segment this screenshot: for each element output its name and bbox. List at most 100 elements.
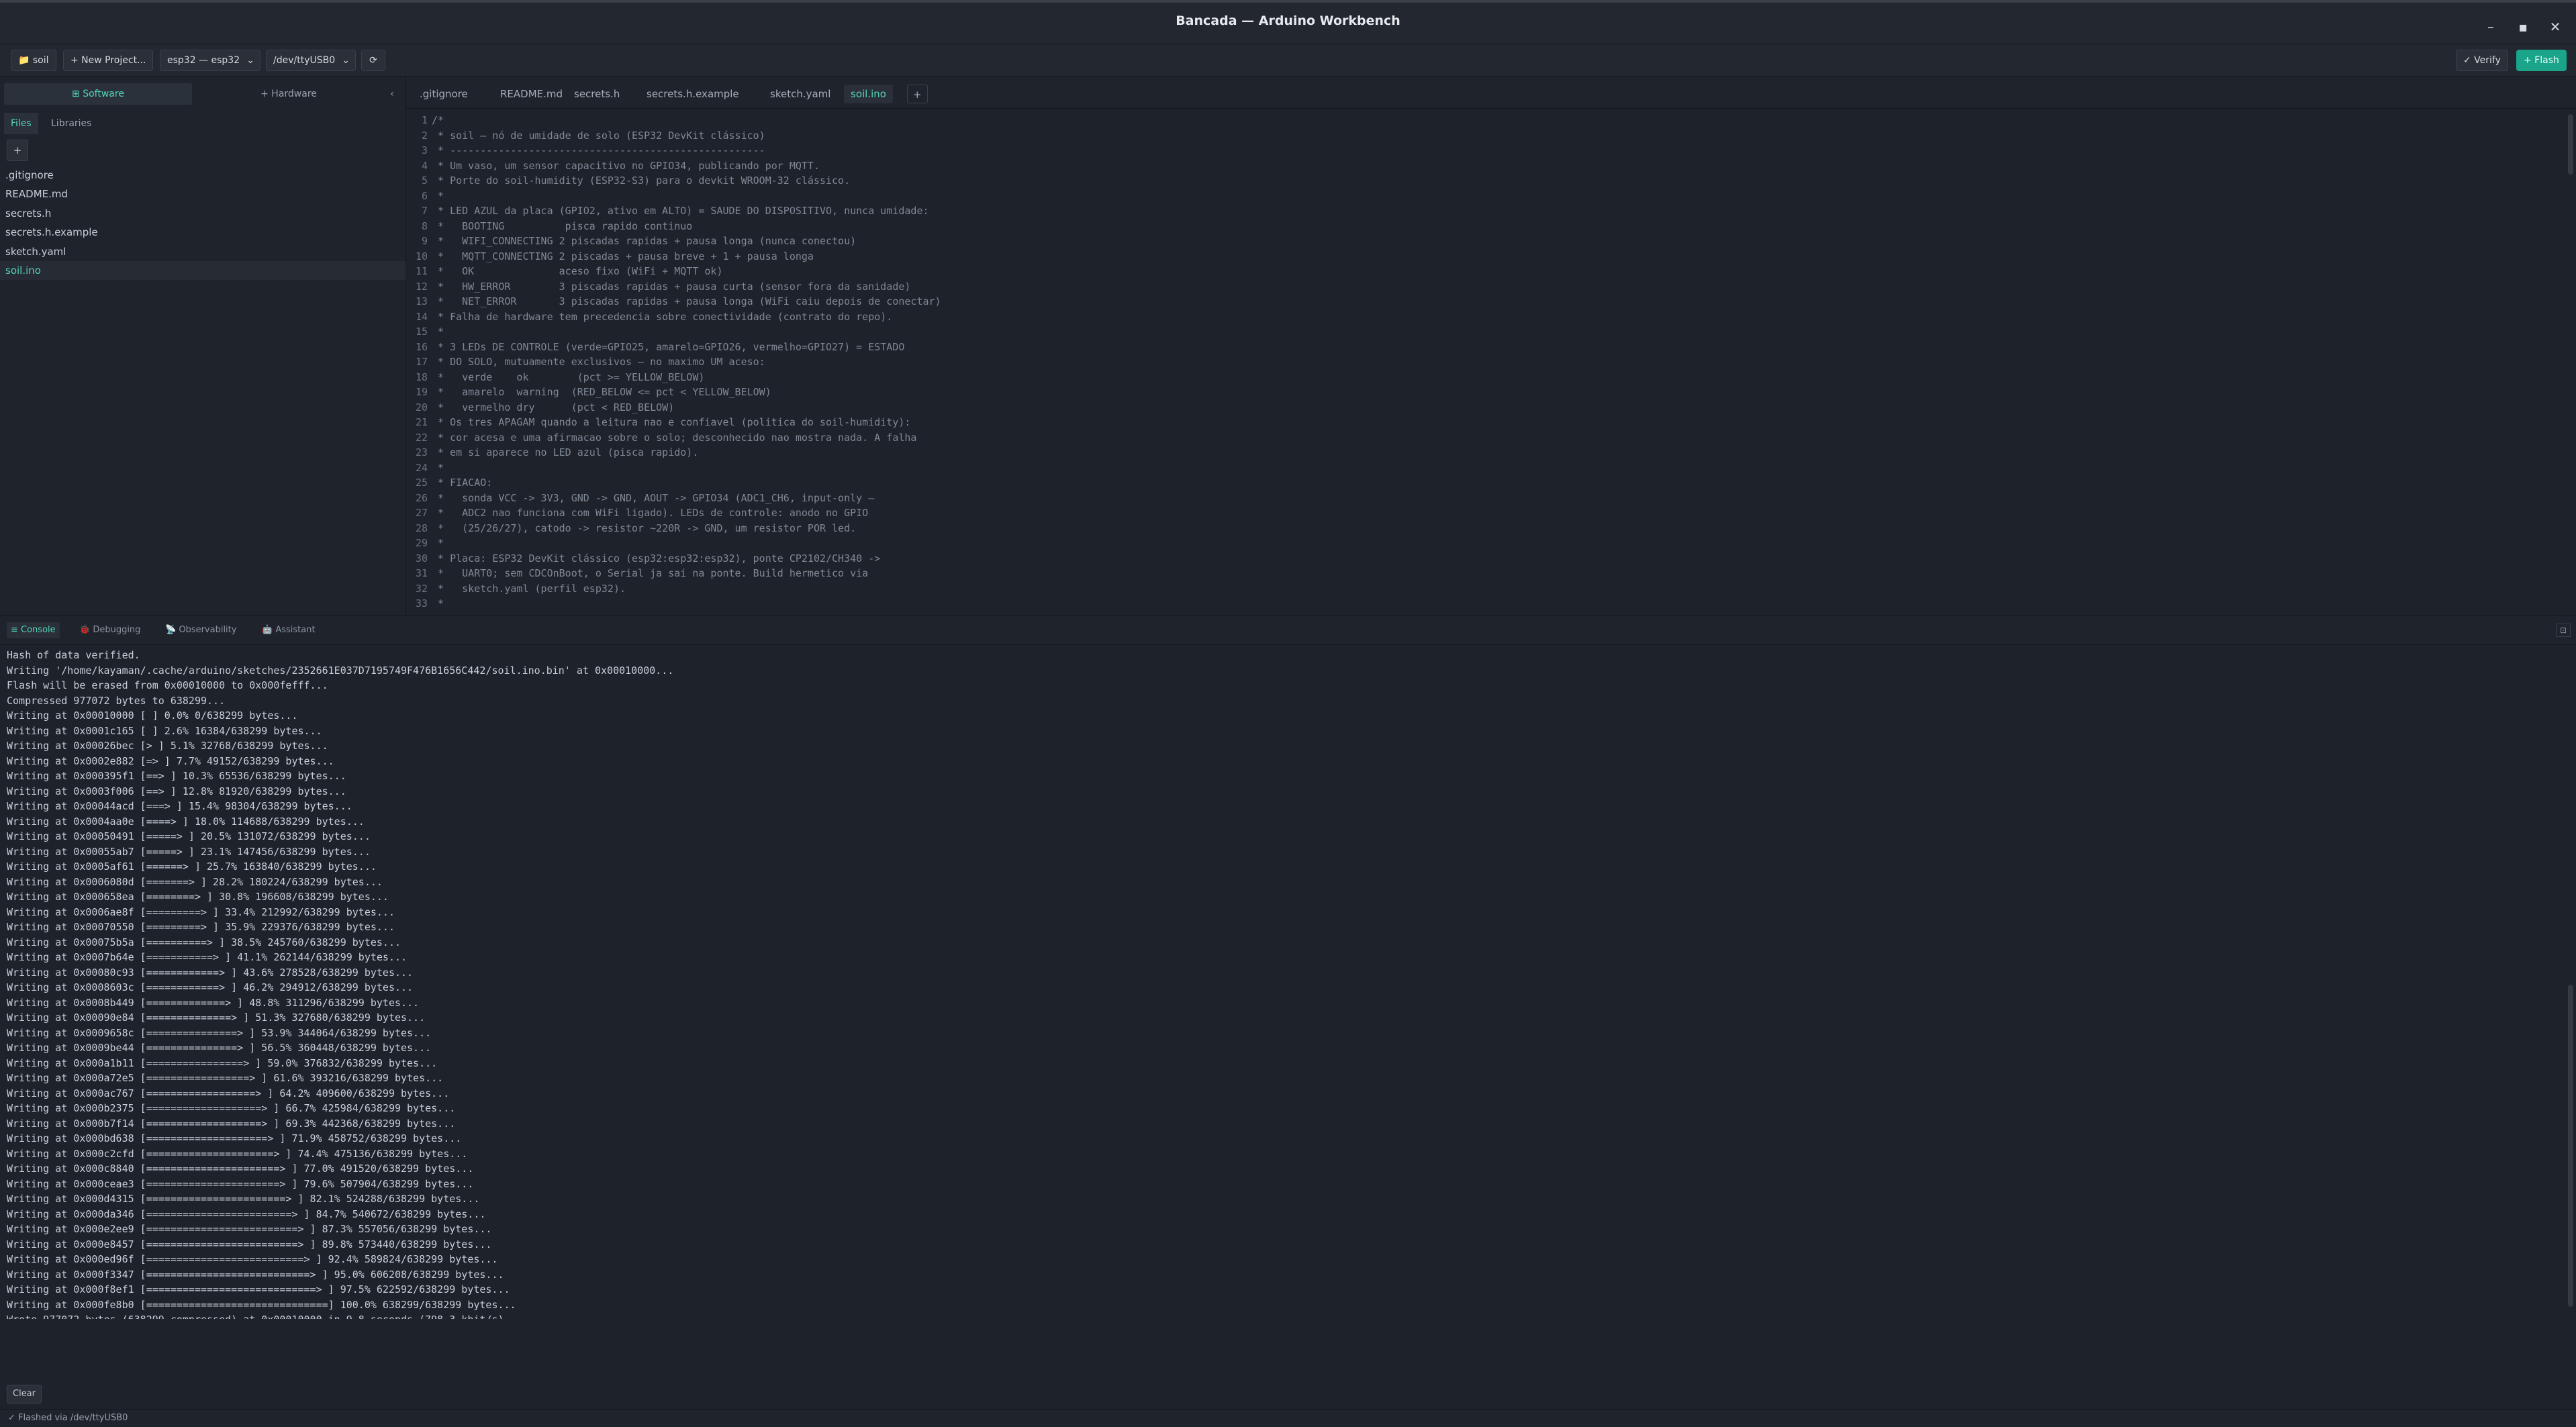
- console-line: Writing at 0x000e8457 [=================…: [7, 1238, 492, 1250]
- line-number: 12: [415, 280, 428, 293]
- console-line: Wrote 977072 bytes (638299 compressed) a…: [7, 1312, 2558, 1319]
- editor-tab[interactable]: sketch.yaml: [763, 85, 837, 103]
- console-line: Writing at 0x000f8ef1 [=================…: [7, 1283, 510, 1295]
- file-item-active[interactable]: soil.ino: [0, 261, 406, 280]
- tab-debugging[interactable]: 🐞 Debugging: [75, 622, 144, 638]
- editor-tab-active[interactable]: soil.ino: [844, 85, 893, 103]
- add-tab-button[interactable]: +: [907, 85, 928, 103]
- code-line: 23 * em si aparece no LED azul (pisca ra…: [406, 445, 2568, 460]
- collapse-sidebar-icon[interactable]: ‹: [383, 83, 401, 105]
- flash-button[interactable]: + Flash: [2516, 50, 2567, 71]
- subtab-files[interactable]: Files: [4, 113, 38, 134]
- console-line: Writing at 0x000b2375 [=================…: [7, 1102, 456, 1114]
- file-item[interactable]: sketch.yaml: [0, 242, 406, 261]
- console-line: Flash will be erased from 0x00010000 to …: [7, 679, 328, 691]
- subtab-libraries[interactable]: Libraries: [44, 113, 98, 134]
- console-line: Writing at 0x0008603c [============> ] 4…: [7, 981, 414, 993]
- editor-tab[interactable]: README.md: [493, 85, 569, 103]
- project-button[interactable]: 📁 soil: [11, 50, 56, 71]
- console-line: Writing at 0x00010000 [ ] 0.0% 0/638299 …: [7, 709, 298, 722]
- file-item[interactable]: .gitignore: [0, 166, 406, 185]
- file-item[interactable]: README.md: [0, 185, 406, 203]
- code-text: * 3 LEDs DE CONTROLE (verde=GPIO25, amar…: [432, 340, 905, 353]
- code-text: *: [432, 461, 444, 474]
- port-select[interactable]: /dev/ttyUSB0 ⌄: [266, 50, 356, 71]
- chevron-down-icon: ⌄: [246, 55, 254, 66]
- line-number: 13: [415, 295, 428, 307]
- code-line: 13 * NET_ERROR 3 piscadas rapidas + paus…: [406, 294, 2568, 309]
- editor-tab[interactable]: .gitignore: [413, 85, 475, 103]
- console-line: Writing at 0x0006ae8f [=========> ] 33.4…: [7, 905, 395, 918]
- console-line: Writing at 0x000b7f14 [=================…: [7, 1117, 456, 1130]
- console-line: Writing at 0x000c8840 [=================…: [7, 1163, 474, 1175]
- console-line: Writing at 0x000bd638 [=================…: [7, 1132, 462, 1144]
- tab-software[interactable]: ⊞ Software: [4, 83, 192, 105]
- console-line: Writing at 0x00055ab7 [=====> ] 23.1% 14…: [7, 845, 371, 858]
- new-project-button[interactable]: + New Project...: [63, 50, 154, 71]
- code-line: 21 * Os tres APAGAM quando a leitura nao…: [406, 415, 2568, 430]
- line-number: 9: [421, 235, 428, 247]
- code-text: * BOOTING pisca rapido continuo: [432, 219, 693, 232]
- line-number: 8: [421, 219, 428, 232]
- console-line: Writing at 0x000ceae3 [=================…: [7, 1177, 474, 1190]
- tab-hardware[interactable]: + Hardware: [195, 83, 383, 105]
- code-text: *: [432, 597, 444, 609]
- toolbar: 📁 soil + New Project... esp32 — esp32 ⌄ …: [0, 44, 2576, 77]
- code-text: *: [432, 537, 444, 549]
- console-line: Hash of data verified.: [7, 649, 140, 661]
- code-text: * DO SOLO, mutuamente exclusivos — no ma…: [432, 356, 765, 368]
- line-number: 17: [415, 356, 428, 368]
- console-output[interactable]: Hash of data verified. Writing '/home/kay…: [7, 648, 2558, 1319]
- line-number: 24: [415, 461, 428, 474]
- clear-button[interactable]: Clear: [7, 1385, 42, 1404]
- code-line: 14 * Falha de hardware tem precedencia s…: [406, 309, 2568, 325]
- close-icon[interactable]: ✕: [2542, 13, 2569, 40]
- editor-tab[interactable]: secrets.h: [567, 85, 626, 103]
- file-item[interactable]: secrets.h.example: [0, 223, 406, 242]
- console-line: Writing at 0x00026bec [> ] 5.1% 32768/63…: [7, 740, 328, 752]
- code-line: 12 * HW_ERROR 3 piscadas rapidas + pausa…: [406, 279, 2568, 295]
- code-line: 25 * FIACAO:: [406, 475, 2568, 491]
- code-text: * Falha de hardware tem precedencia sobr…: [432, 310, 893, 323]
- code-line: 27 * ADC2 nao funciona com WiFi ligado).…: [406, 505, 2568, 521]
- code-line: 6 *: [406, 189, 2568, 204]
- code-text: * (25/26/27), catodo -> resistor ~220R -…: [432, 522, 857, 534]
- console-line: Writing at 0x00075b5a [==========> ] 38.…: [7, 936, 401, 948]
- code-line: 11 * OK aceso fixo (WiFi + MQTT ok): [406, 264, 2568, 279]
- code-line: 17 * DO SOLO, mutuamente exclusivos — no…: [406, 354, 2568, 370]
- console-line: Writing at 0x000da346 [=================…: [7, 1208, 486, 1220]
- code-area[interactable]: 1 /* 2 * soil — nó de umidade de solo (ESP…: [406, 113, 2568, 615]
- line-number: 6: [421, 189, 428, 202]
- board-label: esp32 — esp32: [167, 55, 240, 66]
- code-text: * sonda VCC -> 3V3, GND -> GND, AOUT -> …: [432, 491, 875, 504]
- console-line: Writing at 0x00080c93 [============> ] 4…: [7, 966, 414, 979]
- code-line: 29 *: [406, 536, 2568, 551]
- tab-assistant[interactable]: 🤖 Assistant: [258, 622, 320, 638]
- line-number: 29: [415, 537, 428, 549]
- console-line: Writing at 0x000a1b11 [================>…: [7, 1056, 438, 1069]
- code-line: 18 * verde ok (pct >= YELLOW_BELOW): [406, 370, 2568, 385]
- console-line: Writing at 0x0006080d [=======> ] 28.2% …: [7, 875, 383, 888]
- file-item[interactable]: secrets.h: [0, 204, 406, 223]
- board-select[interactable]: esp32 — esp32 ⌄: [160, 50, 260, 71]
- add-file-button[interactable]: +: [7, 140, 28, 161]
- minimize-icon[interactable]: –: [2477, 13, 2504, 40]
- console-line: Writing at 0x0008b449 [=============> ] …: [7, 996, 420, 1009]
- console-scrollbar[interactable]: [2568, 985, 2573, 1307]
- maximize-panel-icon[interactable]: ⊡: [2556, 624, 2571, 637]
- maximize-icon[interactable]: ▪: [2510, 13, 2536, 40]
- line-number: 11: [415, 265, 428, 277]
- code-text: * NET_ERROR 3 piscadas rapidas + pausa l…: [432, 295, 941, 307]
- refresh-icon[interactable]: ⟳: [361, 50, 385, 71]
- verify-button[interactable]: ✓ Verify: [2456, 50, 2508, 71]
- code-line: 19 * amarelo warning (RED_BELOW <= pct <…: [406, 385, 2568, 400]
- console-line: Writing at 0x00070550 [=========> ] 35.9…: [7, 921, 395, 933]
- tab-observability[interactable]: 📡 Observability: [161, 622, 240, 638]
- editor-scrollbar[interactable]: [2568, 114, 2573, 175]
- editor-tab[interactable]: secrets.h.example: [640, 85, 746, 103]
- tab-console[interactable]: ≡ Console: [7, 622, 60, 638]
- console-line: Writing at 0x000ed96f [=================…: [7, 1253, 498, 1265]
- code-text: * UART0; sem CDCOnBoot, o Serial ja sai …: [432, 567, 869, 579]
- code-text: * vermelho dry (pct < RED_BELOW): [432, 401, 675, 413]
- port-label: /dev/ttyUSB0: [273, 55, 336, 66]
